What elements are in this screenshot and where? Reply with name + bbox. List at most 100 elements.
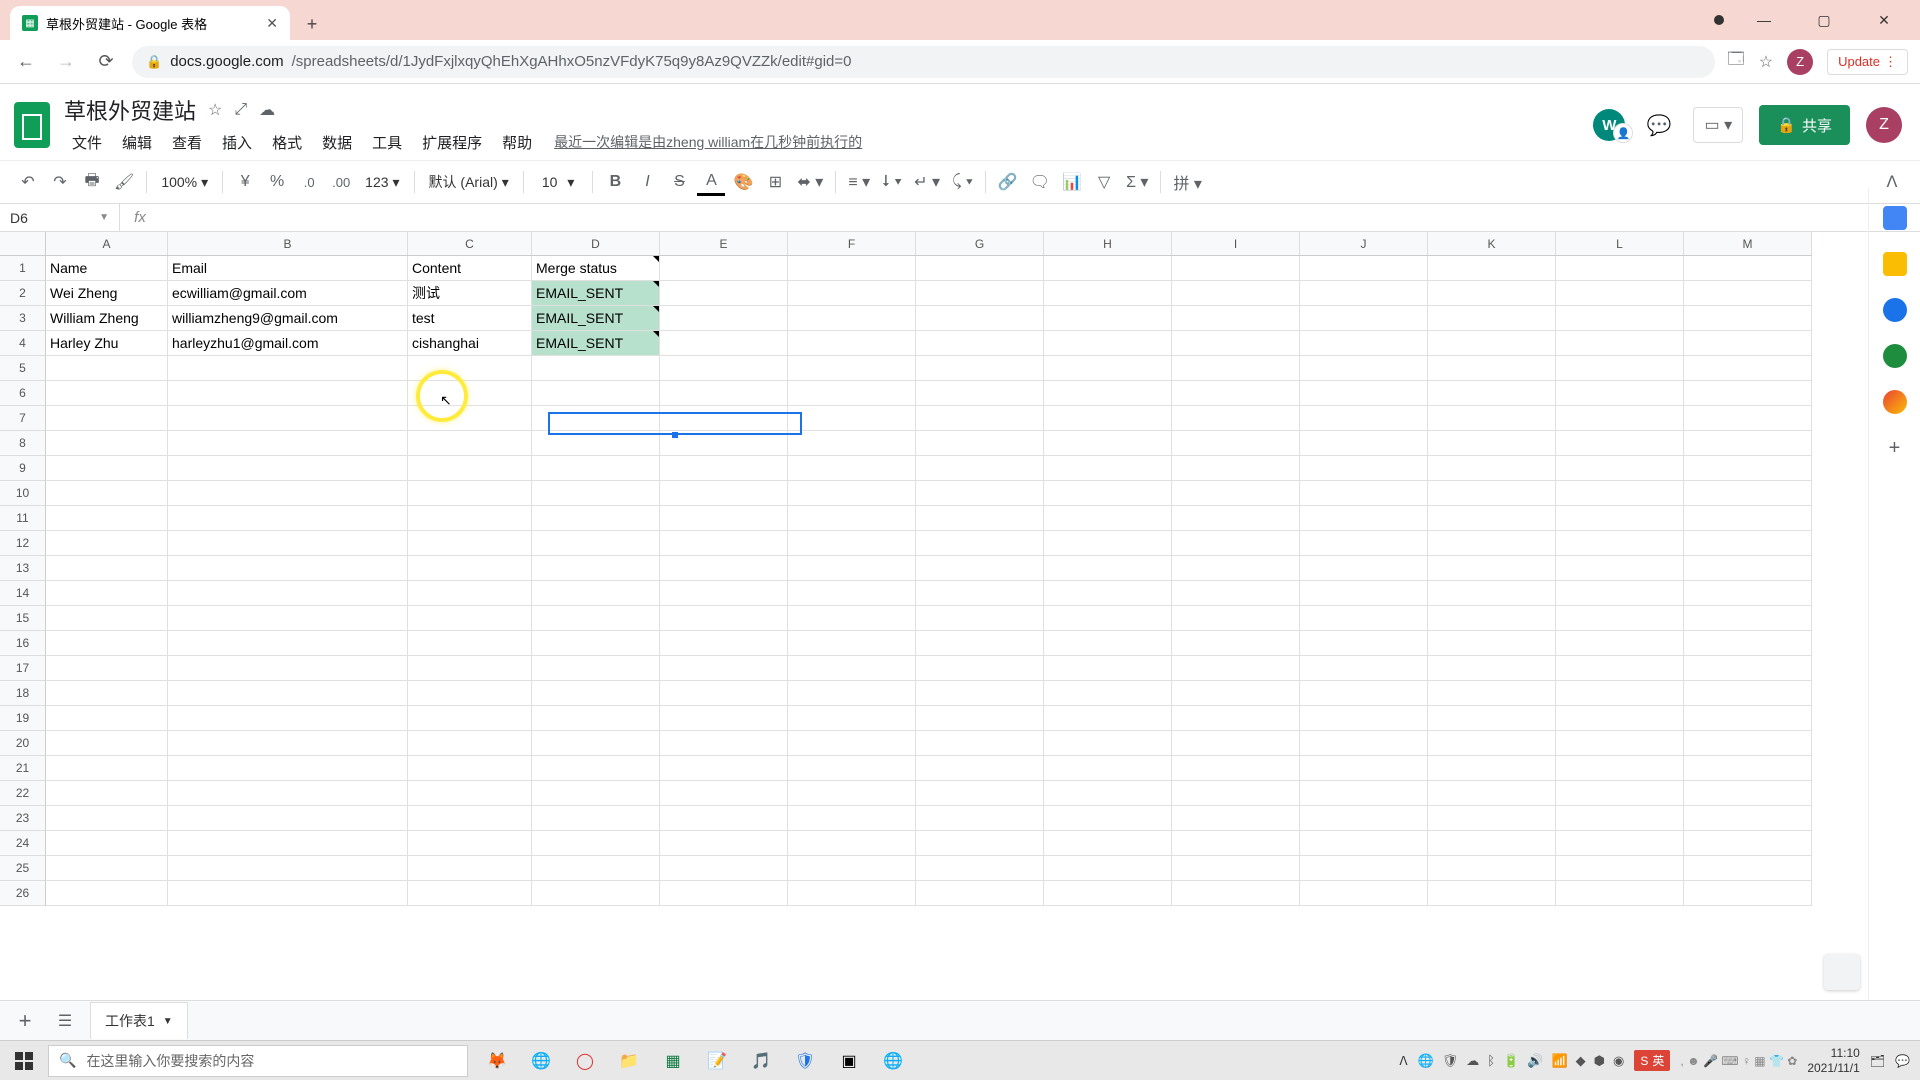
browser-tab[interactable]: ▦ 草根外贸建站 - Google 表格 ✕ [10,6,290,40]
cell[interactable] [532,631,660,656]
cell[interactable] [1172,456,1300,481]
cell[interactable] [1684,381,1812,406]
merge-button[interactable]: ⬌ ▾ [793,168,827,196]
cell[interactable] [532,356,660,381]
cell[interactable] [1684,331,1812,356]
cell[interactable] [1172,631,1300,656]
cell[interactable] [788,631,916,656]
paint-format-button[interactable]: 🖌 [110,168,138,196]
forward-button[interactable]: → [52,48,80,76]
cell[interactable] [408,731,532,756]
cell[interactable] [1172,681,1300,706]
tray-expand-icon[interactable]: ᐱ [1399,1054,1407,1068]
cell[interactable]: Wei Zheng [46,281,168,306]
sheet-tab[interactable]: 工作表1 ▼ [90,1002,188,1039]
tray-chrome-icon[interactable]: 🌐 [1418,1053,1434,1069]
tray-volume-icon[interactable]: 🔊 [1527,1053,1543,1069]
number-format-select[interactable]: 123 ▾ [359,174,405,191]
cell[interactable] [788,856,916,881]
cell[interactable] [1044,606,1172,631]
cell[interactable] [1044,756,1172,781]
cell[interactable] [1684,531,1812,556]
cell[interactable] [916,581,1044,606]
cell[interactable] [1172,331,1300,356]
cell[interactable] [532,681,660,706]
cell[interactable] [1428,431,1556,456]
cell[interactable] [1684,456,1812,481]
cell[interactable] [168,731,408,756]
row-header[interactable]: 21 [0,756,46,781]
cell[interactable] [660,456,788,481]
cell[interactable] [1428,631,1556,656]
cell[interactable] [1556,581,1684,606]
cell[interactable] [1428,756,1556,781]
cell[interactable] [168,406,408,431]
cell[interactable] [916,756,1044,781]
tray-app1-icon[interactable]: ◆ [1576,1053,1586,1069]
cell[interactable] [168,581,408,606]
borders-button[interactable]: ⊞ [761,168,789,196]
menu-insert[interactable]: 插入 [214,128,260,157]
cell[interactable] [1300,331,1428,356]
cell[interactable] [168,556,408,581]
shield-icon[interactable]: 🛡 [786,1042,824,1080]
cell[interactable] [1044,381,1172,406]
cell[interactable] [1428,531,1556,556]
cell[interactable] [788,656,916,681]
cell[interactable] [1684,631,1812,656]
cell[interactable] [168,756,408,781]
column-header[interactable]: A [46,232,168,255]
cell[interactable] [1556,431,1684,456]
cell[interactable] [1684,481,1812,506]
cell[interactable] [916,331,1044,356]
cell[interactable] [1044,306,1172,331]
cell[interactable] [660,481,788,506]
cell[interactable] [408,381,532,406]
cell[interactable] [1684,306,1812,331]
currency-button[interactable]: ¥ [231,168,259,196]
address-bar[interactable]: 🔒 docs.google.com/spreadsheets/d/1JydFxj… [132,46,1715,78]
cell[interactable] [1300,856,1428,881]
cell[interactable] [1428,481,1556,506]
functions-button[interactable]: Σ ▾ [1122,168,1152,196]
minimize-button[interactable]: — [1744,5,1784,35]
cell[interactable] [1172,481,1300,506]
all-sheets-button[interactable]: ☰ [50,1006,80,1036]
cell[interactable] [1172,356,1300,381]
cell[interactable] [1684,281,1812,306]
cell[interactable] [46,781,168,806]
cell[interactable] [1300,306,1428,331]
menu-extensions[interactable]: 扩展程序 [414,128,490,157]
cell[interactable] [168,531,408,556]
row-header[interactable]: 15 [0,606,46,631]
cell[interactable] [1300,756,1428,781]
cell[interactable]: test [408,306,532,331]
cell[interactable] [1172,831,1300,856]
cell[interactable] [1684,756,1812,781]
cell[interactable] [532,606,660,631]
row-header[interactable]: 26 [0,881,46,906]
row-header[interactable]: 13 [0,556,46,581]
cell[interactable] [1684,431,1812,456]
decrease-decimal-button[interactable]: .0 [295,168,323,196]
cell[interactable] [168,431,408,456]
cell[interactable] [408,681,532,706]
column-header[interactable]: B [168,232,408,255]
cell[interactable] [1300,631,1428,656]
cell[interactable] [1556,856,1684,881]
row-header[interactable]: 23 [0,806,46,831]
cell[interactable] [660,281,788,306]
row-header[interactable]: 12 [0,531,46,556]
cell[interactable] [532,731,660,756]
star-icon[interactable]: ☆ [208,100,222,120]
cell[interactable] [1428,456,1556,481]
cell[interactable]: ecwilliam@gmail.com [168,281,408,306]
row-header[interactable]: 20 [0,731,46,756]
cell[interactable] [788,406,916,431]
cell[interactable] [532,881,660,906]
cell[interactable] [532,706,660,731]
cell[interactable] [916,381,1044,406]
cell[interactable]: Email [168,256,408,281]
cell[interactable] [660,806,788,831]
cell[interactable] [916,731,1044,756]
